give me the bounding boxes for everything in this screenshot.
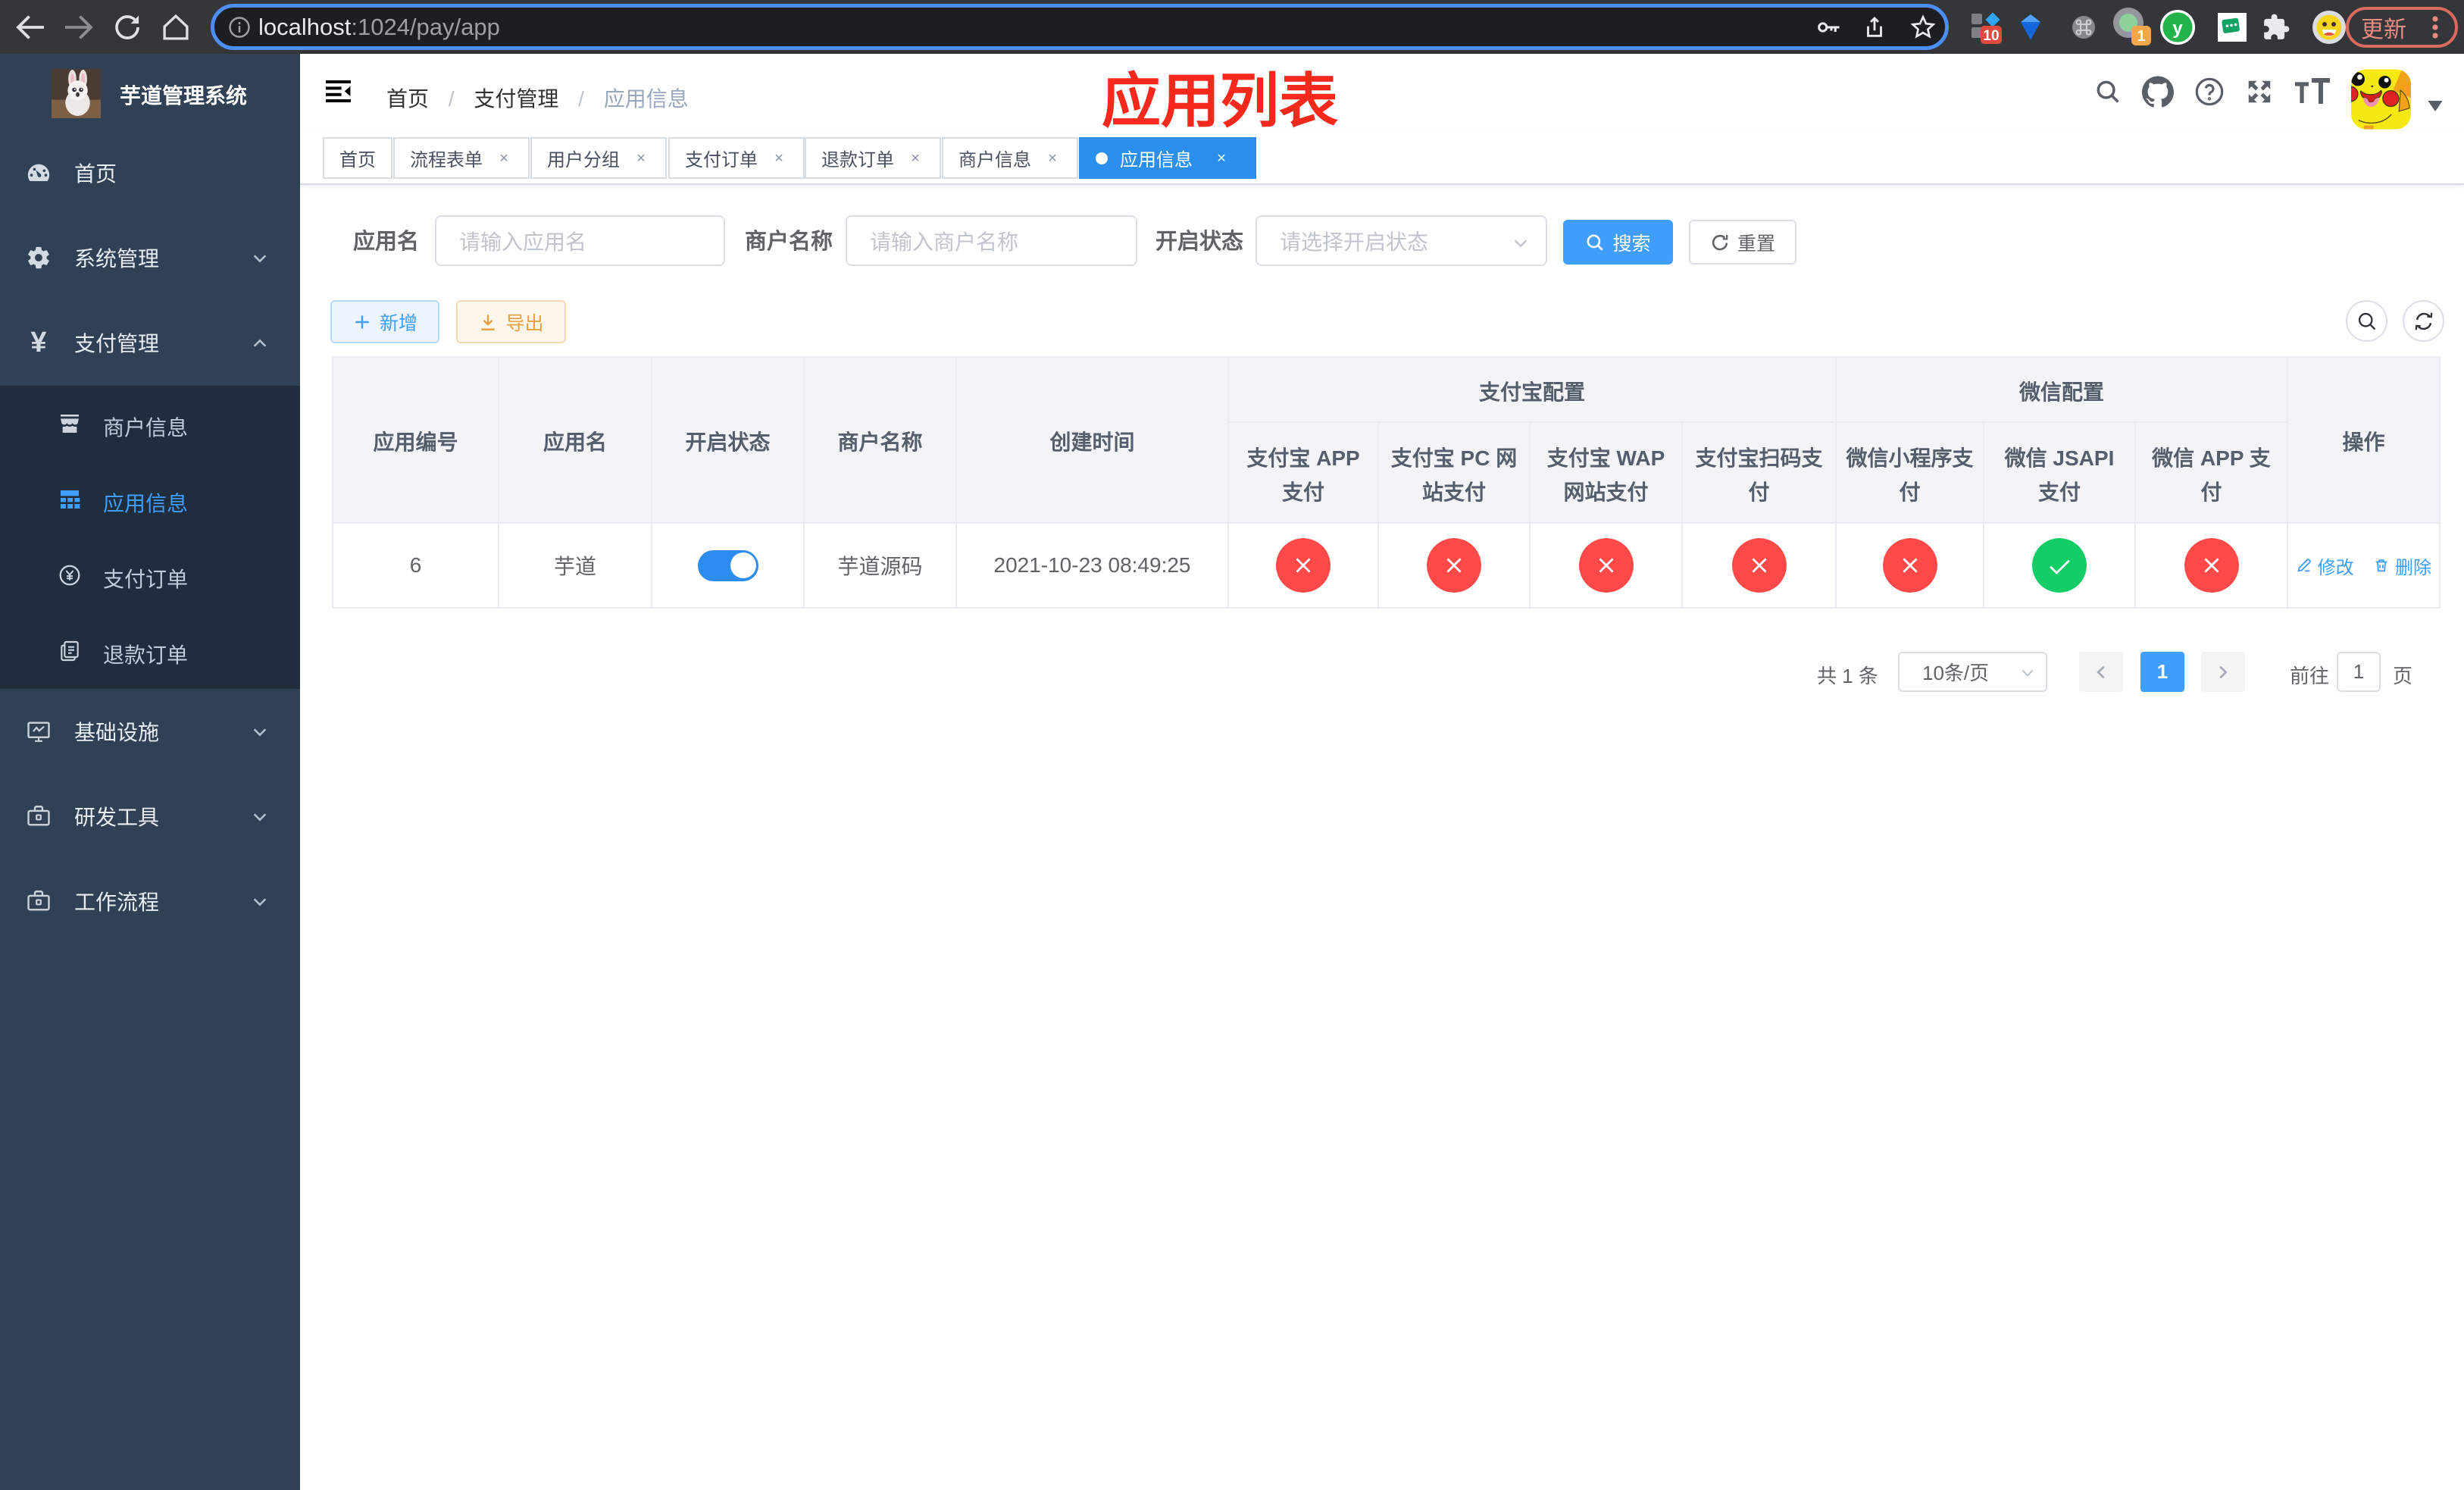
svg-text:10: 10 bbox=[1983, 28, 1999, 44]
svg-text:1: 1 bbox=[2137, 28, 2145, 45]
svg-text:y: y bbox=[2172, 18, 2183, 39]
